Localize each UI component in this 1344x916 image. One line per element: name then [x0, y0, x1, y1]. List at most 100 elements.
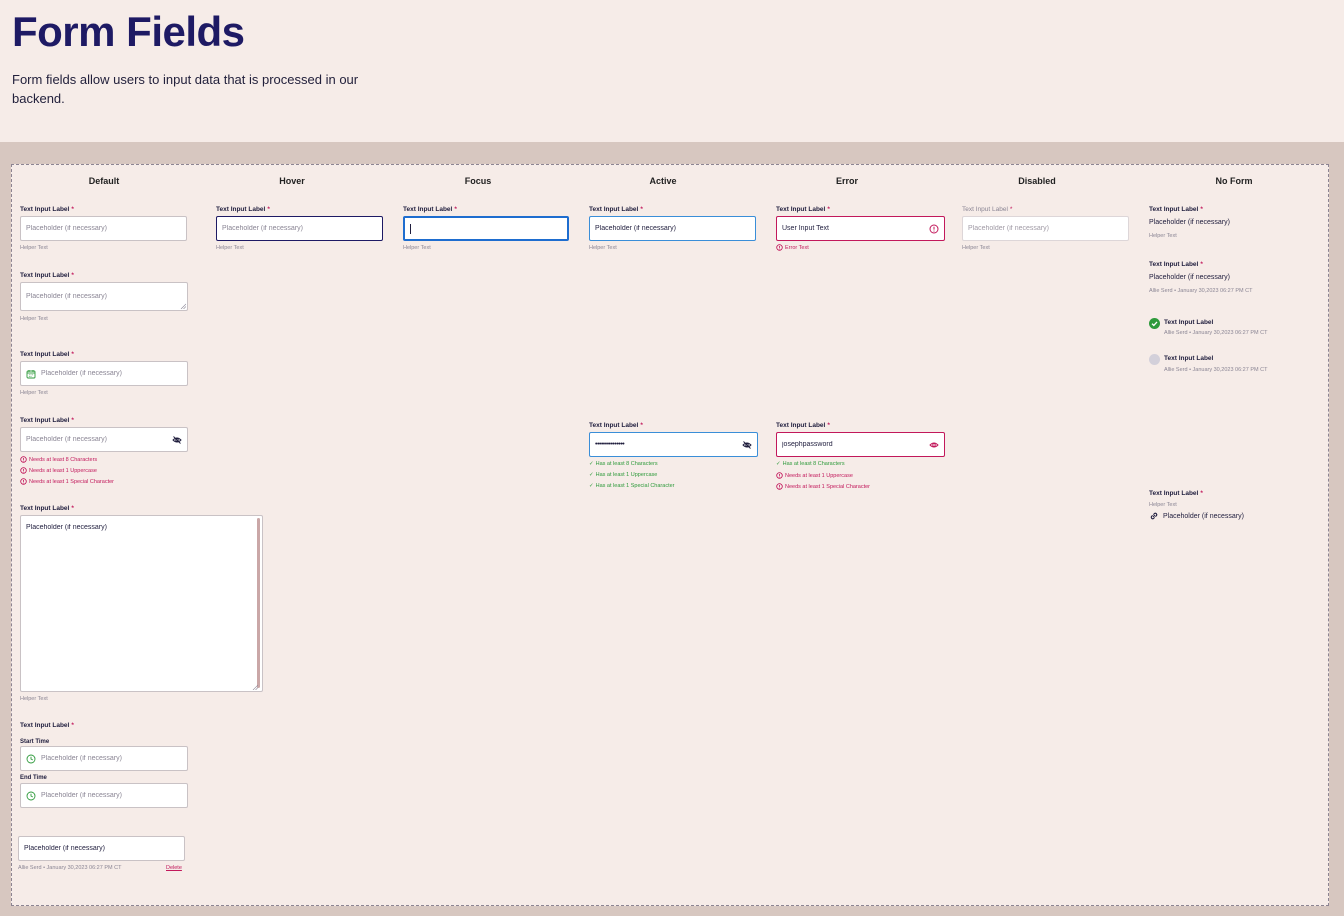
static-value: Placeholder (if necessary) — [1149, 219, 1230, 226]
text-input-focus[interactable] — [403, 216, 569, 241]
field-label-text: Text Input Label — [776, 422, 826, 429]
field-label-text: Text Input Label — [20, 722, 70, 729]
helper-text: Helper Text — [589, 245, 617, 251]
helper-text: Helper Text — [20, 390, 48, 396]
start-time-input[interactable]: Placeholder (if necessary) — [20, 746, 188, 771]
password-input-error[interactable]: josephpassword — [776, 432, 945, 457]
text-input-active[interactable]: Placeholder (if necessary) — [589, 216, 756, 241]
link-icon — [1149, 511, 1159, 521]
date-input[interactable]: Placeholder (if necessary) — [20, 361, 188, 386]
required-mark: * — [1200, 206, 1203, 213]
helper-text: Helper Text — [20, 696, 48, 702]
field-label: Text Input Label * — [216, 206, 270, 213]
eye-icon[interactable] — [929, 440, 939, 450]
check-icon: ✓ — [589, 461, 594, 467]
password-rule-text: Needs at least 8 Characters — [29, 456, 98, 463]
password-rule: ✓ Has at least 1 Uppercase — [589, 472, 657, 478]
placeholder-text: Placeholder (if necessary) — [26, 293, 107, 300]
password-rule-text: Needs at least 1 Uppercase — [29, 467, 97, 474]
alert-circle-icon — [20, 478, 27, 485]
helper-text: Helper Text — [403, 245, 431, 251]
required-mark: * — [827, 422, 830, 429]
resize-handle-icon[interactable] — [252, 684, 258, 690]
textarea-large[interactable]: Placeholder (if necessary) — [20, 515, 263, 692]
input-value: Placeholder (if necessary) — [595, 225, 676, 232]
field-label: Text Input Label * — [20, 722, 74, 729]
helper-text: Helper Text — [20, 245, 48, 251]
field-label: Text Input Label * — [776, 206, 830, 213]
field-label-text: Text Input Label — [776, 206, 826, 213]
alert-circle-icon — [776, 244, 783, 251]
alert-circle-icon — [776, 472, 783, 479]
error-message: Error Text — [776, 244, 809, 251]
column-header-no-form: No Form — [1215, 176, 1253, 186]
field-label-text: Text Input Label — [20, 206, 70, 213]
comment-input[interactable]: Placeholder (if necessary) — [18, 836, 185, 861]
check-icon: ✓ — [589, 472, 594, 478]
required-mark: * — [71, 505, 74, 512]
end-time-input[interactable]: Placeholder (if necessary) — [20, 783, 188, 808]
eye-off-icon[interactable] — [742, 440, 752, 450]
helper-text: Helper Text — [962, 245, 990, 251]
text-input-disabled: Placeholder (if necessary) — [962, 216, 1129, 241]
field-label: Text Input Label * — [1149, 490, 1203, 497]
status-label: Text Input Label — [1164, 319, 1214, 326]
required-mark: * — [71, 206, 74, 213]
placeholder-text: Placeholder (if necessary) — [41, 370, 122, 377]
required-mark: * — [1200, 261, 1203, 268]
end-time-label: End Time — [20, 775, 47, 781]
required-mark: * — [827, 206, 830, 213]
field-label-text: Text Input Label — [1149, 261, 1199, 268]
text-input-default[interactable]: Placeholder (if necessary) — [20, 216, 187, 241]
password-rule: Needs at least 1 Special Character — [776, 483, 870, 490]
placeholder-text: Placeholder (if necessary) — [41, 792, 122, 799]
text-input-hover[interactable]: Placeholder (if necessary) — [216, 216, 383, 241]
column-header-focus: Focus — [464, 176, 492, 186]
field-label: Text Input Label * — [1149, 206, 1203, 213]
author-meta: Allie Serd • January 30,2023 06:27 PM CT — [1164, 330, 1268, 336]
placeholder-text: Placeholder (if necessary) — [41, 755, 122, 762]
field-label-text: Text Input Label — [589, 206, 639, 213]
helper-text: Helper Text — [1149, 233, 1177, 239]
field-label-text: Text Input Label — [216, 206, 266, 213]
required-mark: * — [71, 722, 74, 729]
password-input-active[interactable]: ••••••••••••••• — [589, 432, 758, 457]
link-text: Placeholder (if necessary) — [1163, 512, 1244, 520]
textarea-small[interactable]: Placeholder (if necessary) — [20, 282, 188, 311]
field-label: Text Input Label * — [20, 206, 74, 213]
password-rule: ✓ Has at least 1 Special Character — [589, 483, 674, 489]
delete-link[interactable]: Delete — [166, 865, 182, 871]
column-header-default: Default — [88, 176, 120, 186]
helper-text: Helper Text — [20, 316, 48, 322]
field-label: Text Input Label * — [776, 422, 830, 429]
password-rule: Needs at least 1 Special Character — [20, 478, 114, 485]
placeholder-text: Placeholder (if necessary) — [26, 436, 107, 443]
author-meta: Allie Serd • January 30,2023 06:27 PM CT — [1164, 367, 1268, 373]
text-input-error[interactable]: User Input Text — [776, 216, 945, 241]
password-rule: Needs at least 1 Uppercase — [776, 472, 853, 479]
password-input-default[interactable]: Placeholder (if necessary) — [20, 427, 188, 452]
page-subtitle: Form fields allow users to input data th… — [12, 72, 359, 106]
helper-text: Helper Text — [1149, 502, 1177, 508]
field-label: Text Input Label * — [20, 272, 74, 279]
column-header-error: Error — [835, 176, 859, 186]
column-header-active: Active — [649, 176, 677, 186]
alert-circle-icon — [929, 224, 939, 234]
check-icon: ✓ — [776, 461, 781, 467]
column-header-hover: Hover — [279, 176, 305, 186]
field-label-text: Text Input Label — [20, 417, 70, 424]
scrollbar[interactable] — [257, 518, 260, 688]
field-label-text: Text Input Label — [20, 351, 70, 358]
field-label-text: Text Input Label — [1149, 206, 1199, 213]
resize-handle-icon[interactable] — [180, 303, 186, 309]
field-label: Text Input Label * — [1149, 261, 1203, 268]
password-rule-text: Needs at least 1 Special Character — [785, 483, 870, 490]
password-masked-value: ••••••••••••••• — [595, 441, 625, 448]
field-label: Text Input Label * — [403, 206, 457, 213]
input-value: User Input Text — [782, 225, 829, 232]
start-time-label: Start Time — [20, 739, 50, 745]
static-value: Placeholder (if necessary) — [1149, 274, 1230, 281]
page-title: Form Fields — [12, 8, 245, 55]
link-value[interactable]: Placeholder (if necessary) — [1149, 511, 1244, 521]
eye-off-icon[interactable] — [172, 435, 182, 445]
